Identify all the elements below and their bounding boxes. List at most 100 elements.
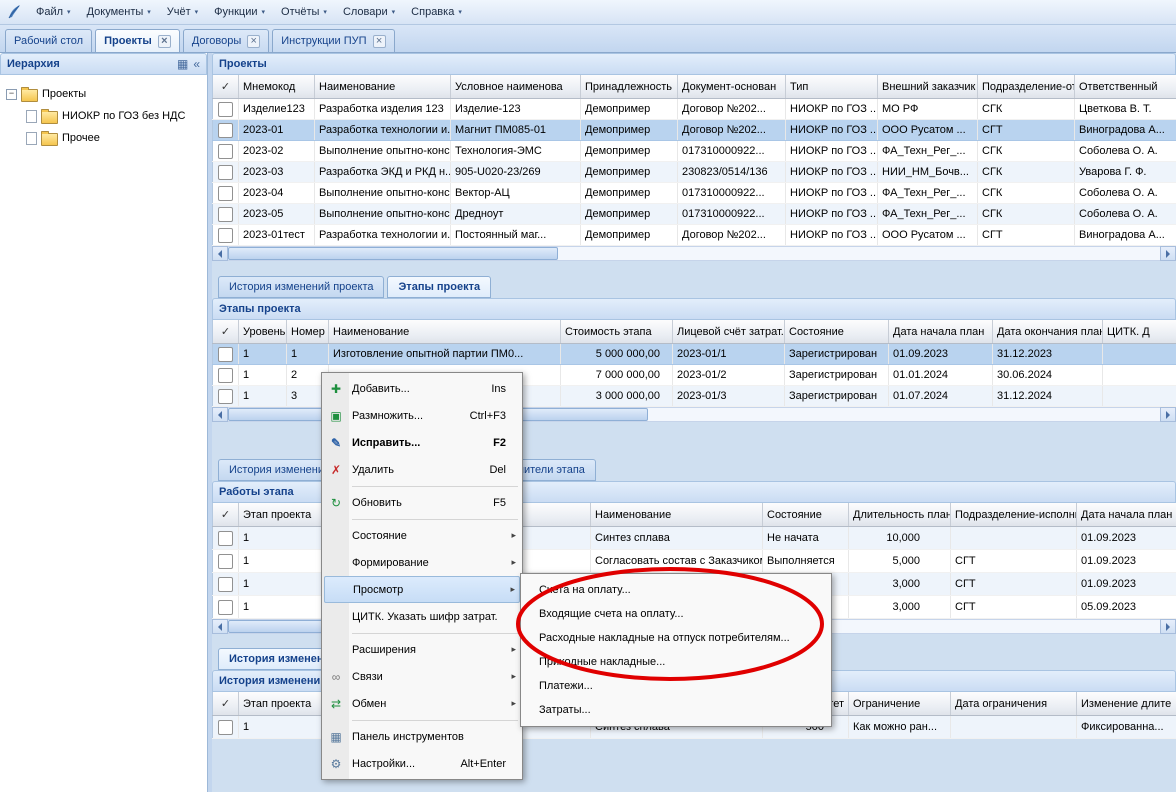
menubar-item[interactable]: Документы ▾ bbox=[79, 3, 159, 21]
column-header[interactable]: Подразделение-от bbox=[978, 75, 1075, 99]
checkbox-cell[interactable] bbox=[213, 204, 239, 225]
scroll-right-arrow[interactable] bbox=[1160, 246, 1176, 261]
context-menu-item[interactable]: Расширения ▸ bbox=[324, 636, 520, 663]
main-tab[interactable]: Рабочий стол × bbox=[5, 29, 92, 52]
column-header[interactable]: Состояние bbox=[785, 320, 889, 344]
checkbox-cell[interactable] bbox=[213, 120, 239, 141]
table-row[interactable]: 2023-04 Выполнение опытно-конс... Вектор… bbox=[213, 183, 1176, 204]
checkbox-cell[interactable] bbox=[213, 141, 239, 162]
scroll-left-arrow[interactable] bbox=[212, 407, 228, 422]
scroll-left-arrow[interactable] bbox=[212, 619, 228, 634]
column-header[interactable]: ЦИТК. Д bbox=[1103, 320, 1176, 344]
select-all-header[interactable]: ✓ bbox=[213, 692, 239, 716]
context-menu-item[interactable]: ⇄ Обмен ▸ bbox=[324, 690, 520, 717]
grid-filter-icon[interactable]: ▦ bbox=[177, 58, 188, 70]
context-menu-item[interactable]: ⚙ Настройки... Alt+Enter bbox=[324, 750, 520, 777]
close-icon[interactable]: × bbox=[158, 35, 171, 48]
column-header[interactable]: Дата ограничения bbox=[951, 692, 1077, 716]
row-checkbox[interactable] bbox=[218, 144, 233, 159]
collapse-panel-icon[interactable]: « bbox=[193, 58, 200, 70]
subtab[interactable]: История изменений проекта bbox=[218, 276, 384, 298]
context-menu-item[interactable] bbox=[324, 483, 520, 489]
tree-node[interactable]: НИОКР по ГОЗ без НДС bbox=[6, 105, 203, 127]
checkbox-cell[interactable] bbox=[213, 99, 239, 120]
row-checkbox[interactable] bbox=[218, 531, 233, 546]
tree-node[interactable]: Прочее bbox=[6, 127, 203, 149]
context-menu-item[interactable]: Формирование ▸ bbox=[324, 549, 520, 576]
checkbox-cell[interactable] bbox=[213, 550, 239, 573]
menubar-item[interactable]: Словари ▾ bbox=[335, 3, 403, 21]
column-header[interactable]: Наименование bbox=[591, 503, 763, 527]
row-checkbox[interactable] bbox=[218, 228, 233, 243]
scroll-left-arrow[interactable] bbox=[212, 246, 228, 261]
row-checkbox[interactable] bbox=[218, 554, 233, 569]
select-all-header[interactable]: ✓ bbox=[213, 75, 239, 99]
column-header[interactable]: Длительность план▼ bbox=[849, 503, 951, 527]
checkbox-cell[interactable] bbox=[213, 365, 239, 386]
scroll-track[interactable] bbox=[228, 246, 1160, 261]
column-header[interactable]: Изменение длите bbox=[1077, 692, 1176, 716]
select-all-header[interactable]: ✓ bbox=[213, 320, 239, 344]
close-icon[interactable]: × bbox=[247, 35, 260, 48]
column-header[interactable]: Принадлежность bbox=[581, 75, 678, 99]
tree-node-root[interactable]: − Проекты bbox=[6, 83, 203, 105]
row-checkbox[interactable] bbox=[218, 368, 233, 383]
column-header[interactable]: Дата окончания план bbox=[993, 320, 1103, 344]
table-row[interactable]: 2023-01 Разработка технологии и... Магни… bbox=[213, 120, 1176, 141]
submenu-item[interactable]: Приходные накладные... bbox=[523, 650, 829, 674]
column-header[interactable]: Мнемокод bbox=[239, 75, 315, 99]
column-header[interactable]: Внешний заказчик bbox=[878, 75, 978, 99]
column-header[interactable]: Уровень bbox=[239, 320, 287, 344]
context-menu-item[interactable]: ▣ Размножить... Ctrl+F3 bbox=[324, 402, 520, 429]
checkbox-cell[interactable] bbox=[213, 344, 239, 365]
submenu-item[interactable]: Входящие счета на оплату... bbox=[523, 602, 829, 626]
column-header[interactable]: Состояние bbox=[763, 503, 849, 527]
table-row[interactable]: 1 1 Изготовление опытной партии ПМ0... 5… bbox=[213, 344, 1176, 365]
scroll-right-arrow[interactable] bbox=[1160, 407, 1176, 422]
main-tab[interactable]: Договоры × bbox=[183, 29, 269, 52]
row-checkbox[interactable] bbox=[218, 186, 233, 201]
scroll-right-arrow[interactable] bbox=[1160, 619, 1176, 634]
scroll-thumb[interactable] bbox=[228, 247, 558, 260]
context-menu-item[interactable]: Просмотр ▸ bbox=[324, 576, 520, 603]
column-header[interactable]: Тип bbox=[786, 75, 878, 99]
row-checkbox[interactable] bbox=[218, 207, 233, 222]
horizontal-scrollbar[interactable] bbox=[212, 246, 1176, 261]
row-checkbox[interactable] bbox=[218, 600, 233, 615]
context-menu-item[interactable]: Состояние ▸ bbox=[324, 522, 520, 549]
column-header[interactable]: Наименование bbox=[329, 320, 561, 344]
column-header[interactable]: Ответственный bbox=[1075, 75, 1176, 99]
column-header[interactable]: Наименование bbox=[315, 75, 451, 99]
row-checkbox[interactable] bbox=[218, 577, 233, 592]
menubar-item[interactable]: Учёт ▾ bbox=[159, 3, 206, 21]
checkbox-cell[interactable] bbox=[213, 386, 239, 407]
table-row[interactable]: Изделие123 Разработка изделия 123 Издели… bbox=[213, 99, 1176, 120]
submenu-item[interactable]: Платежи... bbox=[523, 674, 829, 698]
context-menu-item[interactable]: ▦ Панель инструментов bbox=[324, 723, 520, 750]
context-menu-item[interactable]: ✎ Исправить... F2 bbox=[324, 429, 520, 456]
collapse-expander-icon[interactable]: − bbox=[6, 89, 17, 100]
context-menu-item[interactable] bbox=[324, 717, 520, 723]
menubar-item[interactable]: Файл ▾ bbox=[28, 3, 79, 21]
menubar-item[interactable]: Отчёты ▾ bbox=[273, 3, 335, 21]
context-menu-item[interactable]: ✚ Добавить... Ins bbox=[324, 375, 520, 402]
row-checkbox[interactable] bbox=[218, 720, 233, 735]
context-menu-item[interactable] bbox=[324, 630, 520, 636]
checkbox-cell[interactable] bbox=[213, 596, 239, 619]
column-header[interactable]: Номер bbox=[287, 320, 329, 344]
checkbox-cell[interactable] bbox=[213, 225, 239, 246]
checkbox-cell[interactable] bbox=[213, 183, 239, 204]
checkbox-cell[interactable] bbox=[213, 716, 239, 739]
row-checkbox[interactable] bbox=[218, 165, 233, 180]
menubar-item[interactable]: Справка ▾ bbox=[403, 3, 470, 21]
column-header[interactable]: Условное наименова bbox=[451, 75, 581, 99]
checkbox-cell[interactable] bbox=[213, 162, 239, 183]
context-menu-item[interactable]: ЦИТК. Указать шифр затрат... bbox=[324, 603, 520, 630]
column-header[interactable]: Ограничение bbox=[849, 692, 951, 716]
column-header[interactable]: Документ-основан bbox=[678, 75, 786, 99]
row-checkbox[interactable] bbox=[218, 102, 233, 117]
submenu-item[interactable]: Затраты... bbox=[523, 698, 829, 722]
checkbox-cell[interactable] bbox=[213, 573, 239, 596]
column-header[interactable]: Подразделение-исполнитель.. bbox=[951, 503, 1077, 527]
context-menu-item[interactable] bbox=[324, 516, 520, 522]
